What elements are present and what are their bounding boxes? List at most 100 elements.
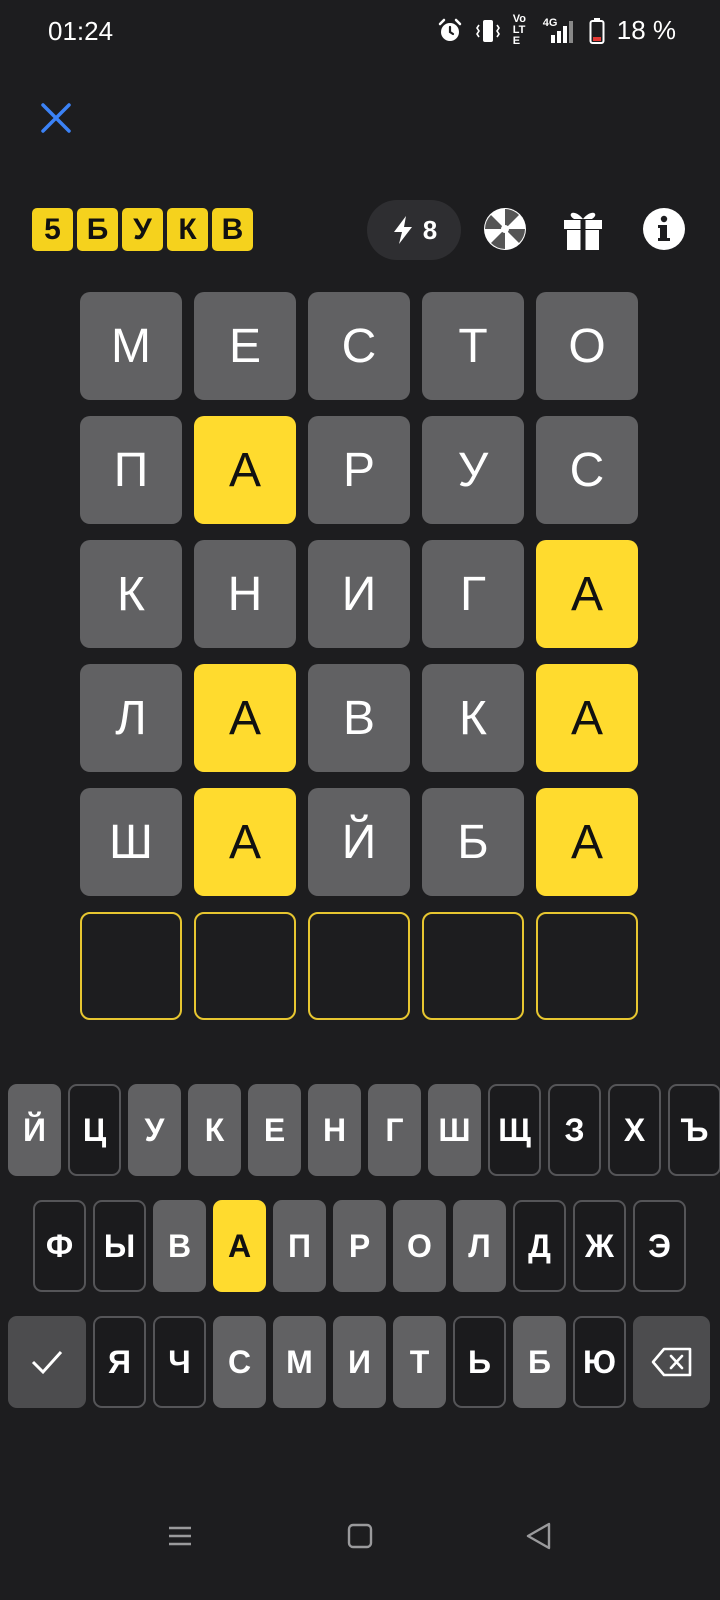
- letter-tile: Е: [194, 292, 296, 400]
- volte-label: Vo LTE: [512, 13, 526, 47]
- letter-tile: У: [422, 416, 524, 524]
- key-В[interactable]: В: [153, 1200, 206, 1292]
- letter-tile: Б: [422, 788, 524, 896]
- key-Г[interactable]: Г: [368, 1084, 421, 1176]
- letter-tile: В: [308, 664, 410, 772]
- board-row: МЕСТО: [80, 292, 638, 400]
- key-Б[interactable]: Б: [513, 1316, 566, 1408]
- empty-tile: [422, 912, 524, 1020]
- letter-tile: Й: [308, 788, 410, 896]
- letter-tile: Т: [422, 292, 524, 400]
- board-row: КНИГА: [80, 540, 638, 648]
- key-О[interactable]: О: [393, 1200, 446, 1292]
- letter-tile: А: [536, 540, 638, 648]
- key-И[interactable]: И: [333, 1316, 386, 1408]
- key-Й[interactable]: Й: [8, 1084, 61, 1176]
- letter-tile: Л: [80, 664, 182, 772]
- board-row: ПАРУС: [80, 416, 638, 524]
- close-icon[interactable]: [38, 100, 74, 136]
- backspace-icon: [651, 1347, 691, 1377]
- energy-count: 8: [422, 214, 438, 245]
- empty-tile: [536, 912, 638, 1020]
- empty-tile: [308, 912, 410, 1020]
- letter-tile: М: [80, 292, 182, 400]
- letter-tile: О: [536, 292, 638, 400]
- keyboard-row-2: ФЫВАПРОЛДЖЭ: [33, 1200, 686, 1292]
- letter-tile: А: [194, 788, 296, 896]
- key-Р[interactable]: Р: [333, 1200, 386, 1292]
- battery-percent: 18 %: [616, 15, 676, 45]
- energy-counter[interactable]: 8: [367, 200, 461, 260]
- home-icon[interactable]: [346, 1522, 374, 1550]
- empty-tile: [80, 912, 182, 1020]
- board-row: [80, 912, 638, 1020]
- key-Я[interactable]: Я: [93, 1316, 146, 1408]
- key-Е[interactable]: Е: [248, 1084, 301, 1176]
- key-Х[interactable]: Х: [608, 1084, 661, 1176]
- letter-tile: К: [422, 664, 524, 772]
- letter-tile: И: [308, 540, 410, 648]
- key-А[interactable]: А: [213, 1200, 266, 1292]
- key-Ч[interactable]: Ч: [153, 1316, 206, 1408]
- key-Щ[interactable]: Щ: [488, 1084, 541, 1176]
- info-icon[interactable]: [641, 206, 687, 252]
- logo-letter: У: [122, 208, 163, 251]
- letter-tile: П: [80, 416, 182, 524]
- key-З[interactable]: З: [548, 1084, 601, 1176]
- letter-tile: А: [536, 788, 638, 896]
- keyboard-row-1: ЙЦУКЕНГШЩЗХЪ: [8, 1084, 720, 1176]
- bolt-icon: [393, 216, 412, 244]
- key-Ъ[interactable]: Ъ: [668, 1084, 720, 1176]
- letter-tile: А: [194, 416, 296, 524]
- backspace-key[interactable]: [633, 1316, 710, 1408]
- key-С[interactable]: С: [213, 1316, 266, 1408]
- logo-letter: К: [167, 208, 208, 251]
- empty-tile: [194, 912, 296, 1020]
- vibrate-icon: [475, 19, 500, 42]
- letter-tile: С: [308, 292, 410, 400]
- key-Д[interactable]: Д: [513, 1200, 566, 1292]
- logo-letter: 5: [32, 208, 73, 251]
- letter-tile: А: [536, 664, 638, 772]
- back-icon[interactable]: [524, 1520, 554, 1552]
- game-board: МЕСТОПАРУСКНИГАЛАВКАШАЙБА: [80, 292, 638, 1036]
- enter-key[interactable]: [8, 1316, 86, 1408]
- key-Ц[interactable]: Ц: [68, 1084, 121, 1176]
- alarm-icon: [438, 18, 461, 41]
- letter-tile: А: [194, 664, 296, 772]
- keyboard-row-3: ЯЧСМИТЬБЮ: [8, 1316, 710, 1408]
- key-Т[interactable]: Т: [393, 1316, 446, 1408]
- wheel-icon[interactable]: [482, 206, 528, 252]
- key-У[interactable]: У: [128, 1084, 181, 1176]
- key-Ь[interactable]: Ь: [453, 1316, 506, 1408]
- key-К[interactable]: К: [188, 1084, 241, 1176]
- logo-letter: В: [212, 208, 253, 251]
- status-bar: 01:24 Vo LTE 4G 18 %: [0, 0, 720, 64]
- letter-tile: Г: [422, 540, 524, 648]
- logo-letter: Б: [77, 208, 118, 251]
- key-Э[interactable]: Э: [633, 1200, 686, 1292]
- checkmark-icon: [31, 1350, 63, 1375]
- letter-tile: Ш: [80, 788, 182, 896]
- key-Н[interactable]: Н: [308, 1084, 361, 1176]
- board-row: ШАЙБА: [80, 788, 638, 896]
- key-Ш[interactable]: Ш: [428, 1084, 481, 1176]
- key-П[interactable]: П: [273, 1200, 326, 1292]
- letter-tile: К: [80, 540, 182, 648]
- app-logo: 5БУКВ: [32, 208, 253, 251]
- status-icons: Vo LTE 4G 18 %: [437, 14, 676, 47]
- status-time: 01:24: [48, 16, 114, 46]
- volte-icon: Vo LTE: [513, 14, 531, 47]
- letter-tile: Р: [308, 416, 410, 524]
- recents-icon[interactable]: [166, 1522, 194, 1550]
- key-Ю[interactable]: Ю: [573, 1316, 626, 1408]
- key-М[interactable]: М: [273, 1316, 326, 1408]
- key-Ы[interactable]: Ы: [93, 1200, 146, 1292]
- key-Ф[interactable]: Ф: [33, 1200, 86, 1292]
- key-Л[interactable]: Л: [453, 1200, 506, 1292]
- key-Ж[interactable]: Ж: [573, 1200, 626, 1292]
- battery-icon: [589, 17, 605, 44]
- letter-tile: Н: [194, 540, 296, 648]
- gift-icon[interactable]: [560, 206, 606, 252]
- signal-icon: 4G: [543, 17, 577, 45]
